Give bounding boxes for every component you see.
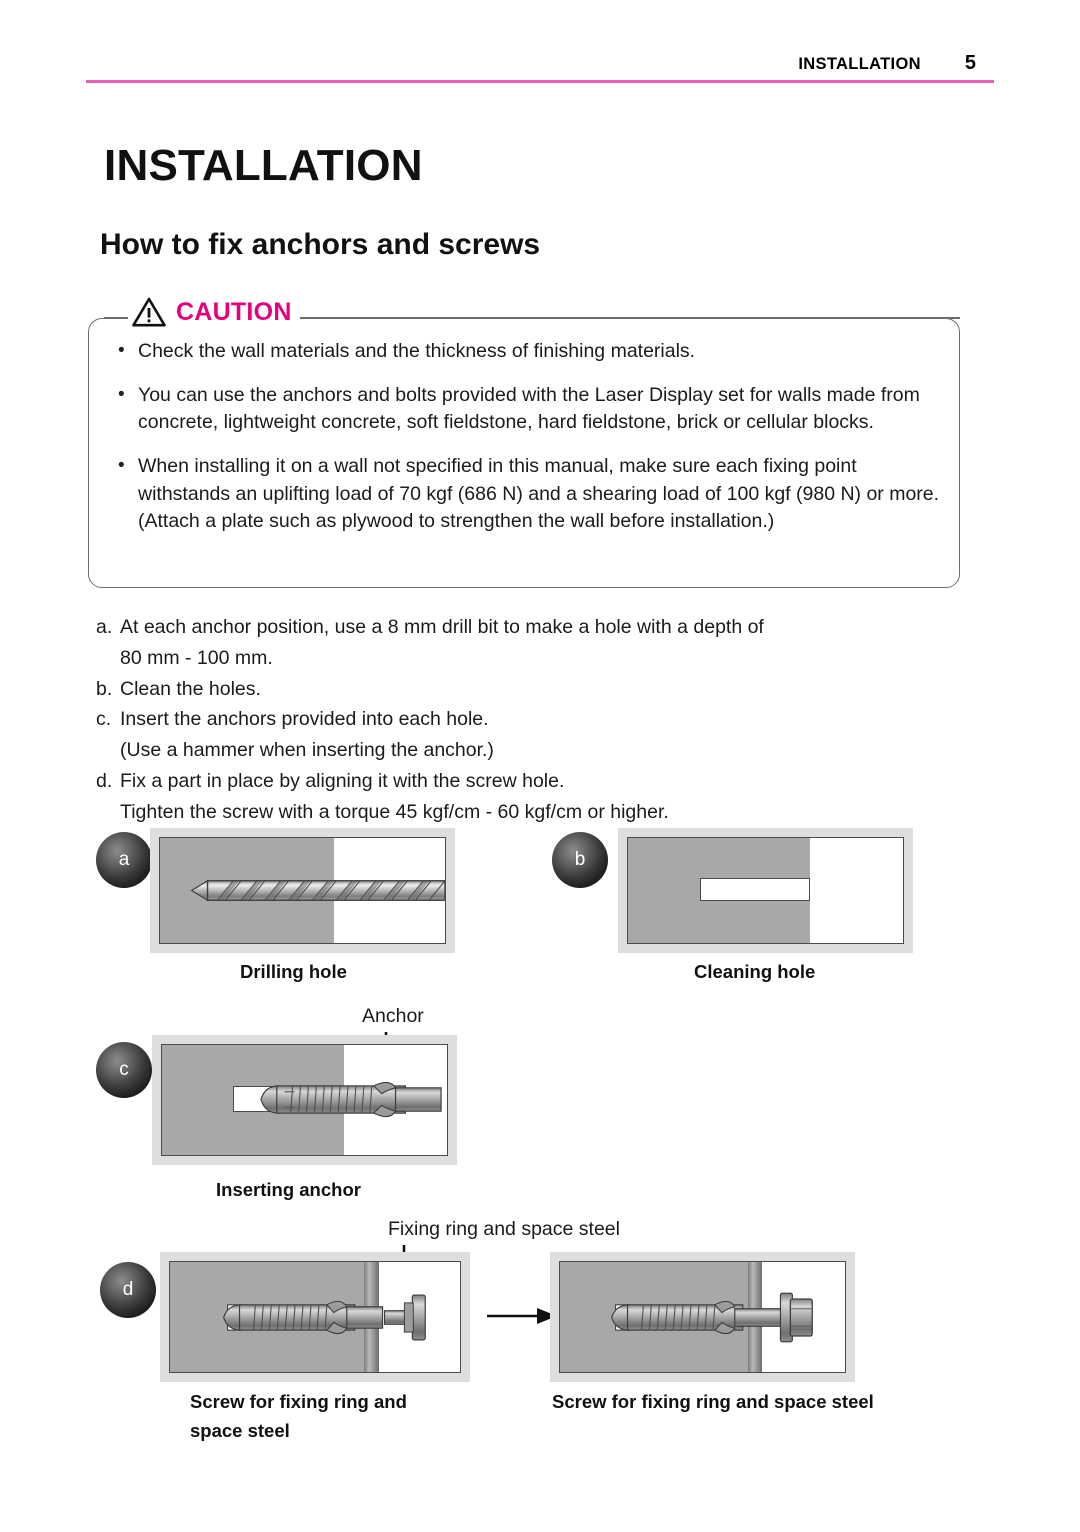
figure-badge-b: b: [552, 832, 608, 888]
step-list: a. At each anchor position, use a 8 mm d…: [96, 612, 976, 828]
anchor-bolt-ring-illustration: [223, 1294, 426, 1341]
caution-bullet-text: When installing it on a wall not specifi…: [138, 453, 948, 536]
step-continuation: 80 mm - 100 mm.: [120, 646, 273, 669]
step-continuation: (Use a hammer when inserting the anchor.…: [120, 739, 494, 762]
warning-triangle-icon: [132, 297, 166, 327]
figure-d-callout-label: Fixing ring and space steel: [388, 1218, 620, 1240]
figure-b-panel: [618, 828, 913, 953]
step-letter: d.: [96, 769, 113, 792]
step-text: Fix a part in place by aligning it with …: [120, 769, 565, 792]
header-section-title: INSTALLATION: [798, 55, 921, 73]
figure-a-panel: [150, 828, 455, 953]
figure-d-left-panel: [160, 1252, 470, 1382]
figure-c-callout-label: Anchor: [362, 1005, 424, 1027]
figure-badge-a: a: [96, 832, 152, 888]
process-arrow-icon: [487, 1308, 557, 1324]
step-text: At each anchor position, use a 8 mm dril…: [120, 616, 764, 638]
step-item: c. Insert the anchors provided into each…: [96, 704, 976, 735]
step-text: Clean the holes.: [120, 677, 261, 700]
bullet-marker: •: [118, 340, 125, 361]
tightened-bolt-illustration: [611, 1292, 813, 1343]
figure-c-panel: [152, 1035, 457, 1165]
figure-badge-c: c: [96, 1042, 152, 1098]
figure-a-caption: Drilling hole: [240, 961, 347, 982]
step-letter: c.: [96, 708, 112, 731]
caution-bullet-text: You can use the anchors and bolts provid…: [138, 383, 920, 434]
page-title: INSTALLATION: [104, 141, 423, 190]
figure-d-left-caption-line1: Screw for fixing ring and: [190, 1391, 407, 1412]
figure-badge-c-label: c: [119, 1059, 129, 1080]
caution-bullet-text-note: (Attach a plate such as plywood to stren…: [138, 510, 775, 533]
running-header: INSTALLATION 5: [86, 52, 994, 84]
caution-label: CAUTION: [176, 297, 292, 326]
caution-header: CAUTION: [128, 297, 300, 327]
header-rule: [86, 80, 994, 83]
caution-bullet: • Check the wall materials and the thick…: [118, 338, 948, 366]
caution-bullet: • You can use the anchors and bolts prov…: [118, 382, 948, 437]
figure-d-right-panel: [550, 1252, 855, 1382]
bullet-marker: •: [118, 455, 125, 477]
figure-badge-d: d: [100, 1262, 156, 1318]
figure-b-caption: Cleaning hole: [694, 961, 816, 982]
step-letter: a.: [96, 616, 113, 638]
caution-bullet: • When installing it on a wall not speci…: [118, 453, 948, 536]
caution-bullet-text-main: When installing it on a wall not specifi…: [138, 455, 940, 505]
step-text: Insert the anchors provided into each ho…: [120, 708, 489, 731]
step-item: a. At each anchor position, use a 8 mm d…: [96, 612, 976, 643]
caution-border-rule: [300, 317, 960, 319]
page-number: 5: [964, 52, 976, 74]
figure-d-left-caption: Screw for fixing ring and space steel: [190, 1388, 407, 1445]
step-item: d. Fix a part in place by aligning it wi…: [96, 766, 976, 797]
step-item: b. Clean the holes.: [96, 674, 976, 705]
figure-c-caption: Inserting anchor: [216, 1179, 361, 1200]
step-letter: b.: [96, 677, 113, 700]
caution-body: • Check the wall materials and the thick…: [118, 338, 948, 552]
step-continuation: Tighten the screw with a torque 45 kgf/c…: [120, 800, 669, 823]
manual-page: INSTALLATION 5 INSTALLATION How to fix a…: [0, 0, 1080, 1532]
page-subtitle: How to fix anchors and screws: [100, 228, 541, 261]
figure-badge-a-label: a: [118, 849, 130, 870]
anchor-illustration: [260, 1081, 442, 1118]
bullet-marker: •: [118, 383, 125, 405]
caution-bullet-text: Check the wall materials and the thickne…: [138, 340, 696, 362]
figure-badge-d-label: d: [122, 1279, 134, 1300]
figure-d-right-caption: Screw for fixing ring and space steel: [552, 1391, 874, 1412]
figure-d-left-caption-line2: space steel: [190, 1419, 290, 1441]
drill-bit-illustration: [190, 879, 445, 902]
caution-border-stub: [104, 317, 128, 319]
figure-badge-b-label: b: [574, 849, 586, 870]
